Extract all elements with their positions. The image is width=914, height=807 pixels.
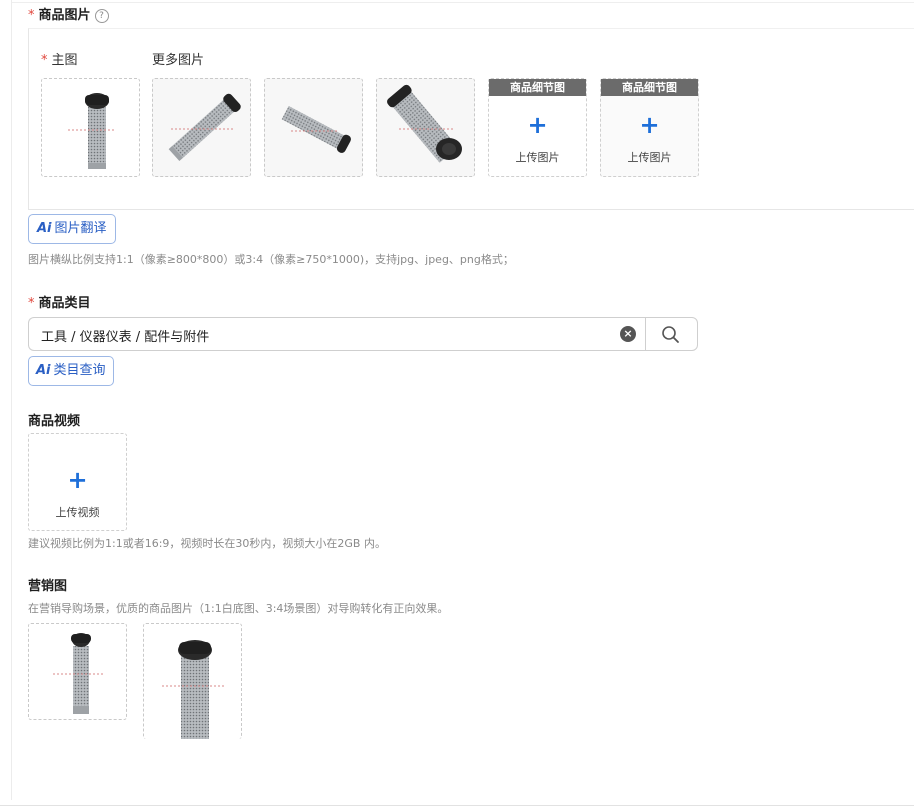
clear-icon[interactable]: × (620, 326, 636, 342)
main-image-label: * 主图 (41, 49, 78, 68)
ai-icon: Ai (36, 363, 51, 378)
video-hint: 建议视频比例为1:1或者16:9，视频时长在30秒内，视频大小在2GB 内。 (28, 537, 386, 550)
more-image-thumbnail[interactable] (152, 78, 251, 177)
product-images-label: * 商品图片? (28, 4, 109, 23)
detail-image-badge: 商品细节图 (601, 79, 698, 96)
upload-image-label: 上传图片 (627, 151, 672, 164)
main-image-label-text: 主图 (51, 53, 78, 68)
product-images-label-text: 商品图片 (38, 8, 91, 23)
image-translate-label: 图片翻译 (54, 221, 107, 236)
plus-icon: + (639, 111, 660, 139)
filter-cartridge-image (162, 640, 226, 739)
image-translate-button[interactable]: Ai 图片翻译 (28, 214, 116, 244)
plus-icon: + (67, 466, 88, 494)
marketing-image-square[interactable] (28, 623, 127, 720)
required-mark: * (28, 296, 35, 311)
ai-icon: Ai (37, 221, 52, 236)
required-mark: * (28, 8, 35, 23)
detail-image-upload[interactable]: 商品细节图 + 上传图片 (600, 78, 699, 177)
category-value: 工具 / 仪器仪表 / 配件与附件 (41, 330, 210, 345)
video-upload[interactable]: + 上传视频 (28, 433, 127, 531)
video-label: 商品视频 (28, 414, 81, 429)
category-label-text: 商品类目 (38, 296, 91, 311)
marketing-label: 营销图 (28, 579, 68, 594)
marketing-hint: 在营销导购场景，优质的商品图片（1:1白底图、3:4场景图）对导购转化有正向效果… (28, 602, 449, 615)
filter-cartridge-image (281, 105, 351, 153)
filter-cartridge-image (168, 93, 241, 162)
help-icon[interactable]: ? (94, 9, 109, 23)
category-lookup-button[interactable]: Ai 类目查询 (28, 356, 114, 386)
image-format-hint: 图片横纵比例支持1:1（像素≥800*800）或3:4（像素≥750*1000)… (28, 253, 514, 266)
search-icon (662, 326, 679, 343)
upload-image-label: 上传图片 (515, 151, 560, 164)
left-divider (11, 0, 12, 800)
category-label: * 商品类目 (28, 292, 91, 311)
more-image-thumbnail[interactable] (264, 78, 363, 177)
marketing-image-portrait[interactable] (143, 623, 242, 739)
category-search-button[interactable] (645, 317, 698, 351)
detail-image-badge: 商品细节图 (489, 79, 586, 96)
filter-cartridge-image (53, 633, 103, 714)
more-images-label: 更多图片 (152, 53, 205, 68)
category-input[interactable]: 工具 / 仪器仪表 / 配件与附件 × (28, 317, 645, 351)
upload-video-label: 上传视频 (55, 506, 100, 519)
bottom-divider (0, 805, 914, 806)
category-lookup-label: 类目查询 (53, 363, 106, 378)
detail-image-upload[interactable]: 商品细节图 + 上传图片 (488, 78, 587, 177)
filter-cartridge-image (387, 84, 462, 163)
required-mark: * (41, 53, 48, 68)
top-divider (12, 2, 914, 3)
main-image-thumbnail[interactable] (41, 78, 140, 177)
filter-cartridge-image (68, 93, 116, 169)
more-image-thumbnail[interactable] (376, 78, 475, 177)
plus-icon: + (527, 111, 548, 139)
